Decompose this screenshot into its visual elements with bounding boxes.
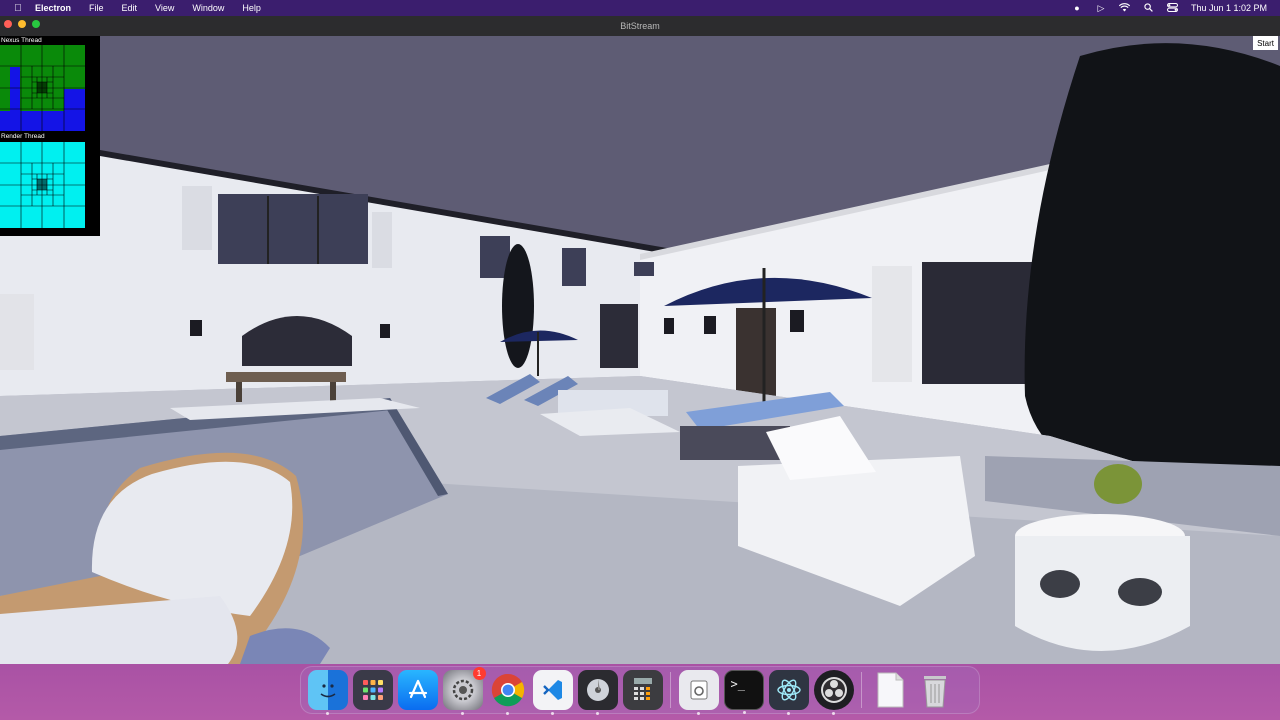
voice-control-icon[interactable]: ● <box>1071 3 1083 13</box>
menu-view[interactable]: View <box>155 3 174 13</box>
menu-file[interactable]: File <box>89 3 104 13</box>
courtyard-scene-image <box>0 36 1280 664</box>
disk-icon[interactable] <box>577 670 618 715</box>
system-settings-icon[interactable]: 1 <box>442 667 486 715</box>
dock-separator <box>861 672 862 708</box>
spotlight-search-icon[interactable] <box>1143 2 1155 14</box>
app-window: BitStream Nexus Thread Render Thread Sta… <box>0 16 1280 664</box>
calculator-icon[interactable] <box>622 670 663 710</box>
window-controls <box>4 20 40 28</box>
window-title: BitStream <box>620 21 660 31</box>
electron-icon[interactable] <box>768 670 809 715</box>
menu-edit[interactable]: Edit <box>122 3 138 13</box>
nexus-thread-grid <box>0 45 85 131</box>
notification-badge: 1 <box>472 667 486 680</box>
render-thread-grid <box>0 142 85 228</box>
trash-icon[interactable] <box>915 670 955 710</box>
vscode-icon[interactable] <box>532 670 573 715</box>
minimize-window-button[interactable] <box>18 20 26 28</box>
running-indicator <box>742 711 746 714</box>
running-indicator <box>595 712 599 715</box>
dock: 1 >_ <box>300 666 980 715</box>
close-window-button[interactable] <box>4 20 12 28</box>
render-thread-label: Render Thread <box>1 133 45 140</box>
running-indicator <box>831 712 835 715</box>
nexus-thread-label: Nexus Thread <box>1 37 42 44</box>
running-indicator <box>325 712 329 715</box>
dock-separator <box>670 672 671 708</box>
menubar-clock[interactable]: Thu Jun 1 1:02 PM <box>1191 3 1267 13</box>
window-titlebar: BitStream <box>0 16 1280 36</box>
terminal-icon[interactable]: >_ <box>723 670 764 714</box>
app-store-icon[interactable] <box>397 670 438 710</box>
menu-help[interactable]: Help <box>242 3 261 13</box>
running-indicator <box>550 712 554 715</box>
preview-icon[interactable] <box>678 670 719 715</box>
chrome-icon[interactable] <box>488 670 528 715</box>
app-menu[interactable]: Electron <box>35 3 71 13</box>
running-indicator <box>696 712 700 715</box>
render-viewport[interactable]: Nexus Thread Render Thread Start <box>0 36 1280 664</box>
wifi-icon[interactable] <box>1119 2 1131 14</box>
menu-window[interactable]: Window <box>192 3 224 13</box>
obs-icon[interactable] <box>813 670 854 715</box>
running-indicator <box>460 712 464 715</box>
launchpad-icon[interactable] <box>352 670 393 710</box>
document-icon[interactable] <box>870 670 910 710</box>
control-center-icon[interactable] <box>1167 2 1179 14</box>
start-button[interactable]: Start <box>1253 36 1278 50</box>
status-area: ● ▷ Thu Jun 1 1:02 PM <box>1071 2 1267 14</box>
play-circle-icon[interactable]: ▷ <box>1095 3 1107 14</box>
menu-bar:  Electron File Edit View Window Help ● … <box>0 0 1280 16</box>
zoom-window-button[interactable] <box>32 20 40 28</box>
thread-debug-panel: Nexus Thread Render Thread <box>0 36 100 236</box>
apple-menu-icon[interactable]:  <box>12 3 24 14</box>
running-indicator <box>505 712 509 715</box>
running-indicator <box>786 712 790 715</box>
finder-icon[interactable] <box>307 670 348 715</box>
